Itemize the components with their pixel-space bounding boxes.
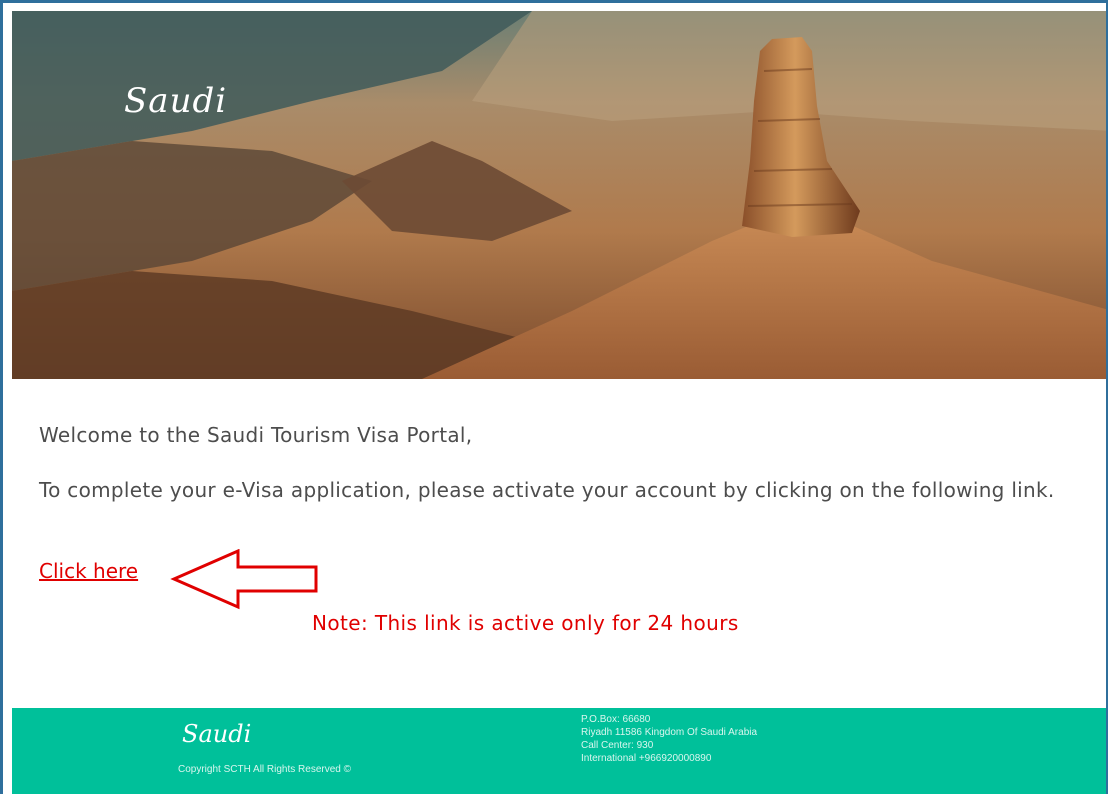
greeting-text: Welcome to the Saudi Tourism Visa Portal…: [39, 423, 473, 447]
red-arrow-annotation-icon: [170, 549, 318, 610]
footer-address-line: Call Center: 930: [581, 740, 654, 751]
hero-banner: Saudi: [12, 11, 1106, 379]
expiry-note: Note: This link is active only for 24 ho…: [312, 611, 739, 635]
footer-address-line: P.O.Box: 66680: [581, 714, 651, 725]
hero-saudi-logo: Saudi: [124, 81, 228, 121]
email-frame: Saudi Welcome to the Saudi Tourism Visa …: [0, 0, 1108, 794]
desert-rock-image: [12, 11, 1106, 379]
activation-link[interactable]: Click here: [39, 559, 138, 583]
footer-contact-info: P.O.Box: 66680 Riyadh 11586 Kingdom Of S…: [581, 713, 757, 765]
footer-copyright: Copyright SCTH All Rights Reserved ©: [178, 764, 351, 775]
footer: Saudi Copyright SCTH All Rights Reserved…: [12, 708, 1106, 794]
footer-address-line: Riyadh 11586 Kingdom Of Saudi Arabia: [581, 727, 758, 738]
footer-saudi-logo: Saudi: [182, 720, 252, 748]
footer-address-line: International +966920000890: [581, 753, 712, 764]
instruction-text: To complete your e-Visa application, ple…: [39, 478, 1055, 502]
